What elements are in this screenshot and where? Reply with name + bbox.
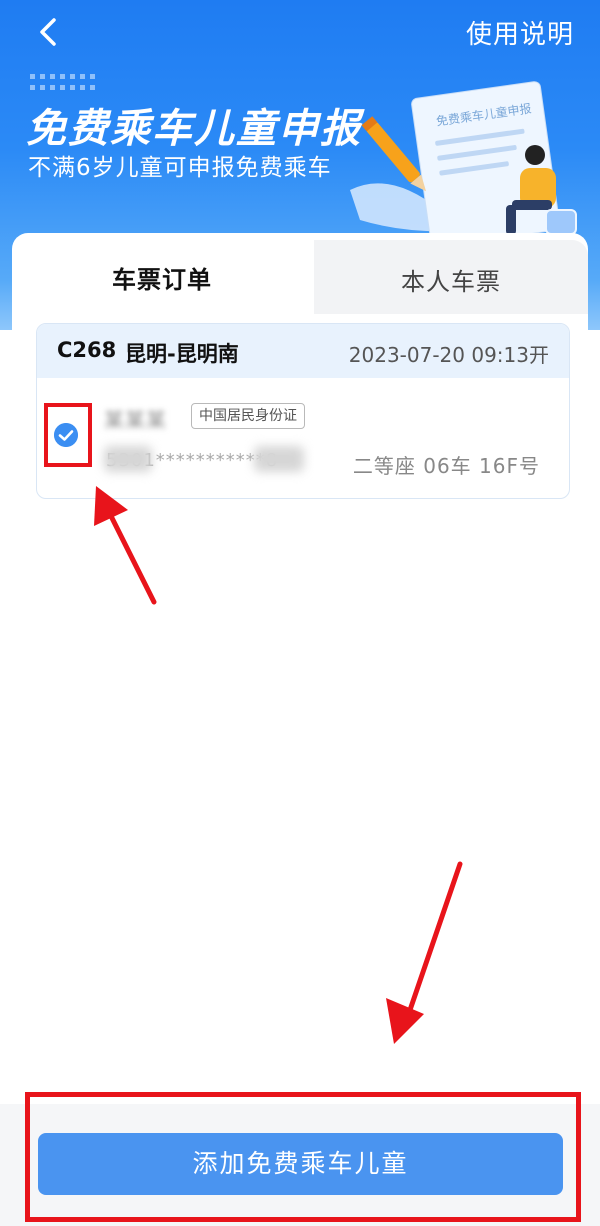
- id-type-badge: 中国居民身份证: [191, 403, 305, 429]
- page-subtitle: 不满6岁儿童可申报免费乘车: [28, 155, 332, 181]
- page-title: 免费乘车儿童申报: [26, 106, 362, 152]
- id-number-redaction: [254, 446, 304, 472]
- departure-time: 2023-07-20 09:13开: [348, 343, 549, 367]
- help-link[interactable]: 使用说明: [466, 14, 574, 51]
- check-icon[interactable]: [54, 423, 78, 447]
- id-number-redaction: [104, 446, 152, 472]
- train-route: 昆明-昆明南: [125, 342, 239, 366]
- tab-ticket-orders[interactable]: 车票订单: [12, 260, 312, 295]
- decorative-dots: [30, 74, 95, 90]
- tab-own-ticket-label: 本人车票: [401, 268, 501, 296]
- child-declaration-illustration: 免费乘车儿童申报: [350, 81, 577, 248]
- add-free-child-button[interactable]: 添加免费乘车儿童: [38, 1133, 563, 1195]
- train-number: C268: [57, 338, 117, 362]
- seat-info: 二等座 06车 16F号: [352, 454, 540, 478]
- back-arrow-icon[interactable]: [30, 12, 70, 52]
- passenger-name: 某某某: [104, 408, 167, 432]
- annotation-arrow-up: [94, 486, 157, 605]
- annotation-arrow-down: [386, 861, 463, 1044]
- order-header: C268 昆明-昆明南 2023-07-20 09:13开: [37, 324, 569, 378]
